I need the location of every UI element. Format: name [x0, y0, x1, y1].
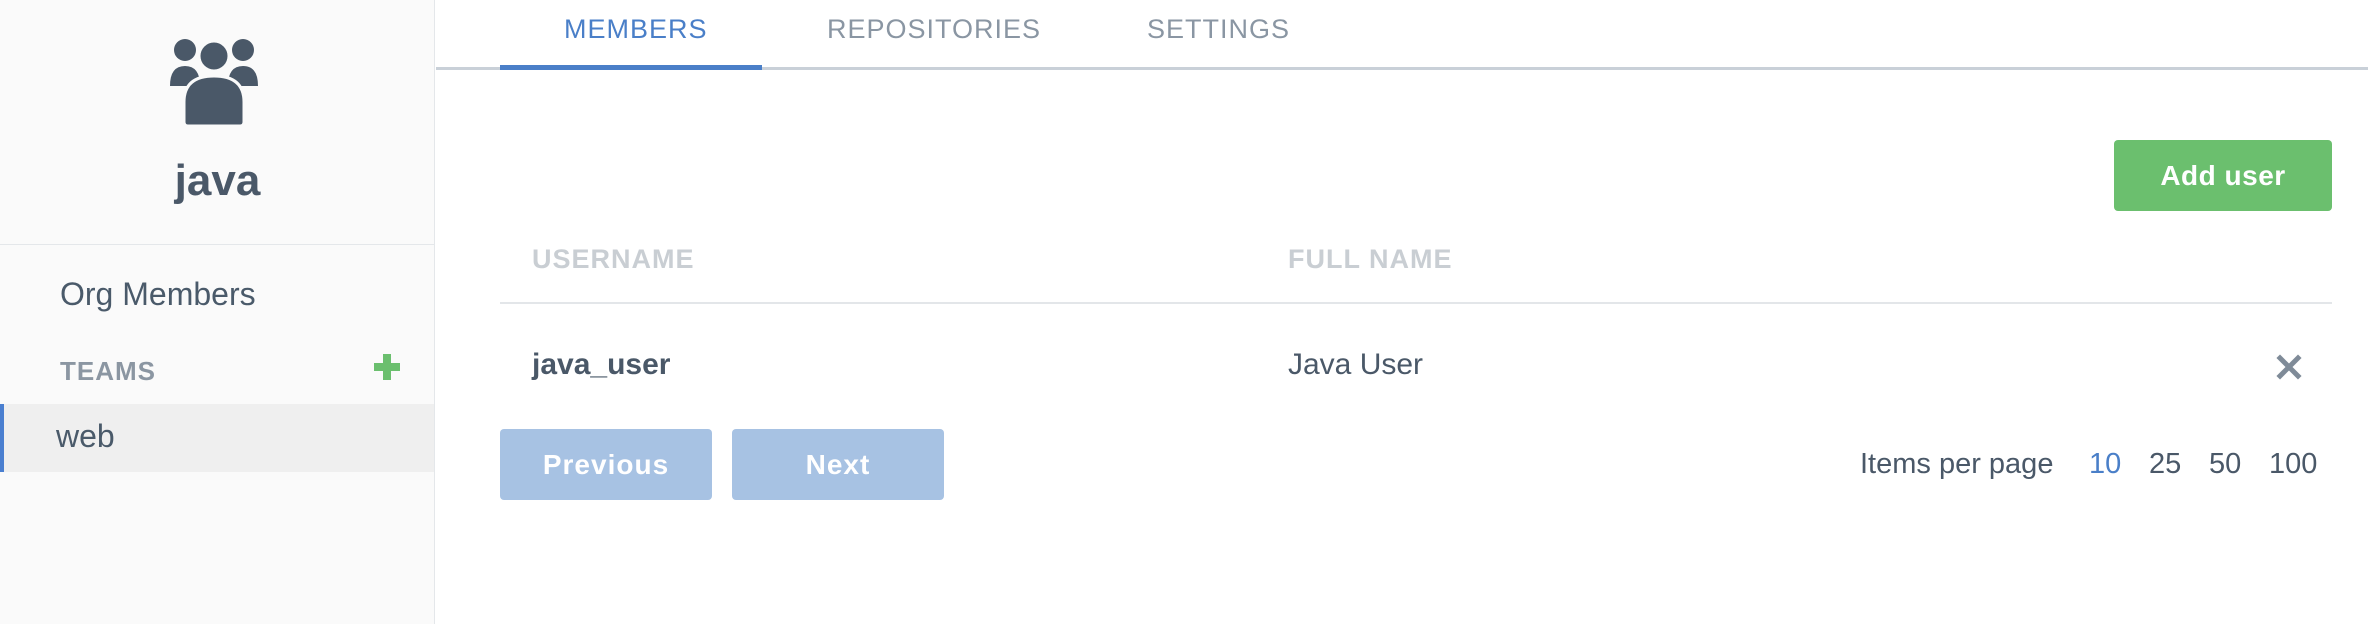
add-user-button[interactable]: Add user [2114, 140, 2332, 211]
close-icon[interactable] [2276, 354, 2302, 380]
users-group-icon [170, 39, 258, 126]
tab-bar: MEMBERS REPOSITORIES SETTINGS [436, 0, 2368, 70]
sidebar: java Org Members TEAMS web [0, 0, 435, 624]
items-per-page-label: Items per page [1860, 448, 2054, 480]
next-page-button[interactable]: Next [732, 429, 944, 500]
sidebar-item-web[interactable]: web [0, 404, 434, 472]
team-label: web [56, 418, 115, 454]
plus-icon[interactable] [372, 352, 402, 382]
items-per-page-25[interactable]: 25 [2149, 448, 2181, 481]
active-tab-indicator [500, 65, 762, 70]
tab-members[interactable]: MEMBERS [564, 14, 708, 45]
items-per-page-10[interactable]: 10 [2089, 448, 2121, 481]
items-per-page-100[interactable]: 100 [2269, 448, 2317, 481]
org-name: java [174, 156, 261, 205]
column-header-username[interactable]: USERNAME [532, 244, 695, 275]
tab-repositories[interactable]: REPOSITORIES [827, 14, 1041, 45]
table-divider [500, 302, 2332, 304]
org-header: java [0, 0, 435, 245]
items-per-page-50[interactable]: 50 [2209, 448, 2241, 481]
full-name-cell: Java User [1288, 348, 1424, 381]
sidebar-item-org-members[interactable]: Org Members [60, 276, 256, 313]
username-cell: java_user [532, 348, 671, 381]
column-header-full-name[interactable]: FULL NAME [1288, 244, 1453, 275]
previous-page-button[interactable]: Previous [500, 429, 712, 500]
team-page: java Org Members TEAMS web MEMBERS REPOS… [0, 0, 2368, 624]
tab-settings[interactable]: SETTINGS [1147, 14, 1290, 45]
teams-heading: TEAMS [60, 356, 156, 386]
